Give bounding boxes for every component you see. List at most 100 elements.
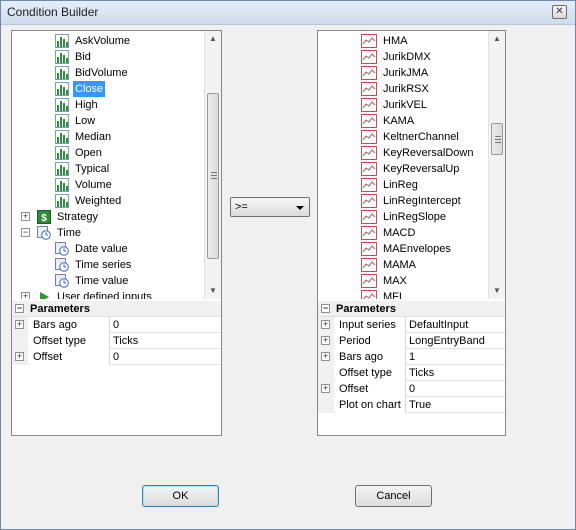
clock-icon	[37, 226, 51, 240]
tree-item-label: LinReg	[383, 179, 418, 191]
left-tree-scrollbar[interactable]: ▲ ▼	[204, 31, 221, 299]
tree-item-label: Median	[75, 131, 112, 143]
tree-item-label: MAX	[383, 275, 407, 287]
parameter-name: Offset	[336, 381, 406, 397]
parameter-row[interactable]: Offset type Ticks	[318, 365, 505, 381]
operator-value: >=	[235, 201, 248, 213]
expand-icon[interactable]: +	[21, 212, 30, 221]
indicator-icon	[361, 50, 377, 64]
right-panel: HMA JurikDMX JurikJMA JurikRSX JurikVEL KAMA K…	[317, 30, 506, 436]
parameter-name: Offset	[30, 349, 110, 365]
close-icon[interactable]: ✕	[552, 5, 567, 19]
collapse-icon[interactable]: −	[21, 228, 30, 237]
tree-item-label: AskVolume	[75, 35, 131, 47]
parameter-row[interactable]: Offset type Ticks	[12, 333, 221, 349]
parameter-row[interactable]: + Bars ago 1	[318, 349, 505, 365]
indicator-icon	[361, 82, 377, 96]
expand-icon[interactable]: +	[321, 384, 330, 393]
scroll-up-arrow-icon[interactable]: ▲	[205, 31, 221, 47]
tree-item-label: JurikDMX	[383, 51, 431, 63]
parameter-value[interactable]: Ticks	[110, 333, 221, 349]
right-tree-scrollbar[interactable]: ▲ ▼	[488, 31, 505, 299]
tree-item-label: LinRegSlope	[383, 211, 446, 223]
scroll-up-arrow-icon[interactable]: ▲	[489, 31, 505, 47]
parameters-header[interactable]: − Parameters	[12, 301, 221, 317]
parameter-value[interactable]: True	[406, 397, 505, 413]
expand-icon[interactable]: +	[15, 352, 24, 361]
indicator-icon	[361, 34, 377, 48]
tree-item-label: MAMA	[383, 259, 416, 271]
scroll-thumb[interactable]	[207, 93, 219, 259]
tree-item-label: KeltnerChannel	[383, 131, 459, 143]
indicator-icon	[361, 242, 377, 256]
parameter-value[interactable]: Ticks	[406, 365, 505, 381]
tree-item-label: Strategy	[57, 211, 98, 223]
parameter-value[interactable]: DefaultInput	[406, 317, 505, 333]
scroll-thumb[interactable]	[491, 123, 503, 155]
scroll-down-arrow-icon[interactable]: ▼	[489, 283, 505, 299]
bar-chart-icon	[55, 178, 69, 192]
parameters-title: Parameters	[30, 303, 90, 315]
tree-item-label: Bid	[75, 51, 91, 63]
parameter-row[interactable]: + Offset 0	[12, 349, 221, 365]
parameter-value[interactable]: 0	[110, 349, 221, 365]
dollar-icon: $	[37, 210, 51, 224]
bar-chart-icon	[55, 34, 69, 48]
operator-dropdown[interactable]: >=	[230, 197, 310, 217]
parameter-name: Bars ago	[30, 317, 110, 333]
parameter-row[interactable]: Plot on chart True	[318, 397, 505, 413]
parameter-name: Offset type	[336, 365, 406, 381]
parameter-row[interactable]: + Input series DefaultInput	[318, 317, 505, 333]
indicator-icon	[361, 194, 377, 208]
bar-chart-icon	[55, 98, 69, 112]
parameter-value[interactable]: LongEntryBand	[406, 333, 505, 349]
clock-icon	[55, 242, 69, 256]
tree-item-label: Time	[57, 227, 82, 239]
tree-item-label: LinRegIntercept	[383, 195, 461, 207]
right-tree: HMA JurikDMX JurikJMA JurikRSX JurikVEL KAMA K…	[318, 31, 488, 299]
tree-item-label: Time series	[75, 259, 132, 271]
bar-chart-icon	[55, 50, 69, 64]
tree-item-label: Typical	[75, 163, 110, 175]
right-parameters-grid: − Parameters + Input series DefaultInput + Per…	[318, 301, 505, 413]
ok-button[interactable]: OK	[142, 485, 219, 507]
tree-item-label: HMA	[383, 35, 408, 47]
indicator-icon	[361, 146, 377, 160]
tree-item-label: Low	[75, 115, 96, 127]
indicator-icon	[361, 130, 377, 144]
parameter-name: Period	[336, 333, 406, 349]
expand-icon[interactable]: +	[15, 320, 24, 329]
cancel-button[interactable]: Cancel	[355, 485, 432, 507]
tree-item-label: MFI	[383, 291, 402, 299]
left-parameters-grid: − Parameters + Bars ago 0 Offset type Ticks + Of…	[12, 301, 221, 365]
collapse-icon[interactable]: −	[321, 304, 330, 313]
parameter-value[interactable]: 1	[406, 349, 505, 365]
expand-icon[interactable]: +	[321, 320, 330, 329]
collapse-icon[interactable]: −	[15, 304, 24, 313]
parameter-row[interactable]: + Period LongEntryBand	[318, 333, 505, 349]
expand-icon[interactable]: +	[21, 292, 30, 299]
indicator-icon	[361, 162, 377, 176]
tree-item-label: KAMA	[383, 115, 415, 127]
indicator-icon	[361, 210, 377, 224]
parameter-row[interactable]: + Offset 0	[318, 381, 505, 397]
parameter-value[interactable]: 0	[110, 317, 221, 333]
parameters-header[interactable]: − Parameters	[318, 301, 505, 317]
indicator-icon	[361, 258, 377, 272]
expand-icon[interactable]: +	[321, 352, 330, 361]
bar-chart-icon	[55, 66, 69, 80]
tree-item-label: Date value	[75, 243, 128, 255]
scroll-down-arrow-icon[interactable]: ▼	[205, 283, 221, 299]
parameter-value[interactable]: 0	[406, 381, 505, 397]
tree-item-label: User defined inputs	[57, 291, 152, 299]
bar-chart-icon	[55, 194, 69, 208]
expand-icon[interactable]: +	[321, 336, 330, 345]
tree-item-label: Close	[73, 81, 106, 97]
bar-chart-icon	[55, 162, 69, 176]
tree-item-label: Weighted	[75, 195, 122, 207]
title-bar: Condition Builder ✕	[1, 1, 575, 25]
tree-item-label: High	[75, 99, 98, 111]
parameter-row[interactable]: + Bars ago 0	[12, 317, 221, 333]
chevron-down-icon	[296, 206, 304, 210]
clock-icon	[55, 258, 69, 272]
